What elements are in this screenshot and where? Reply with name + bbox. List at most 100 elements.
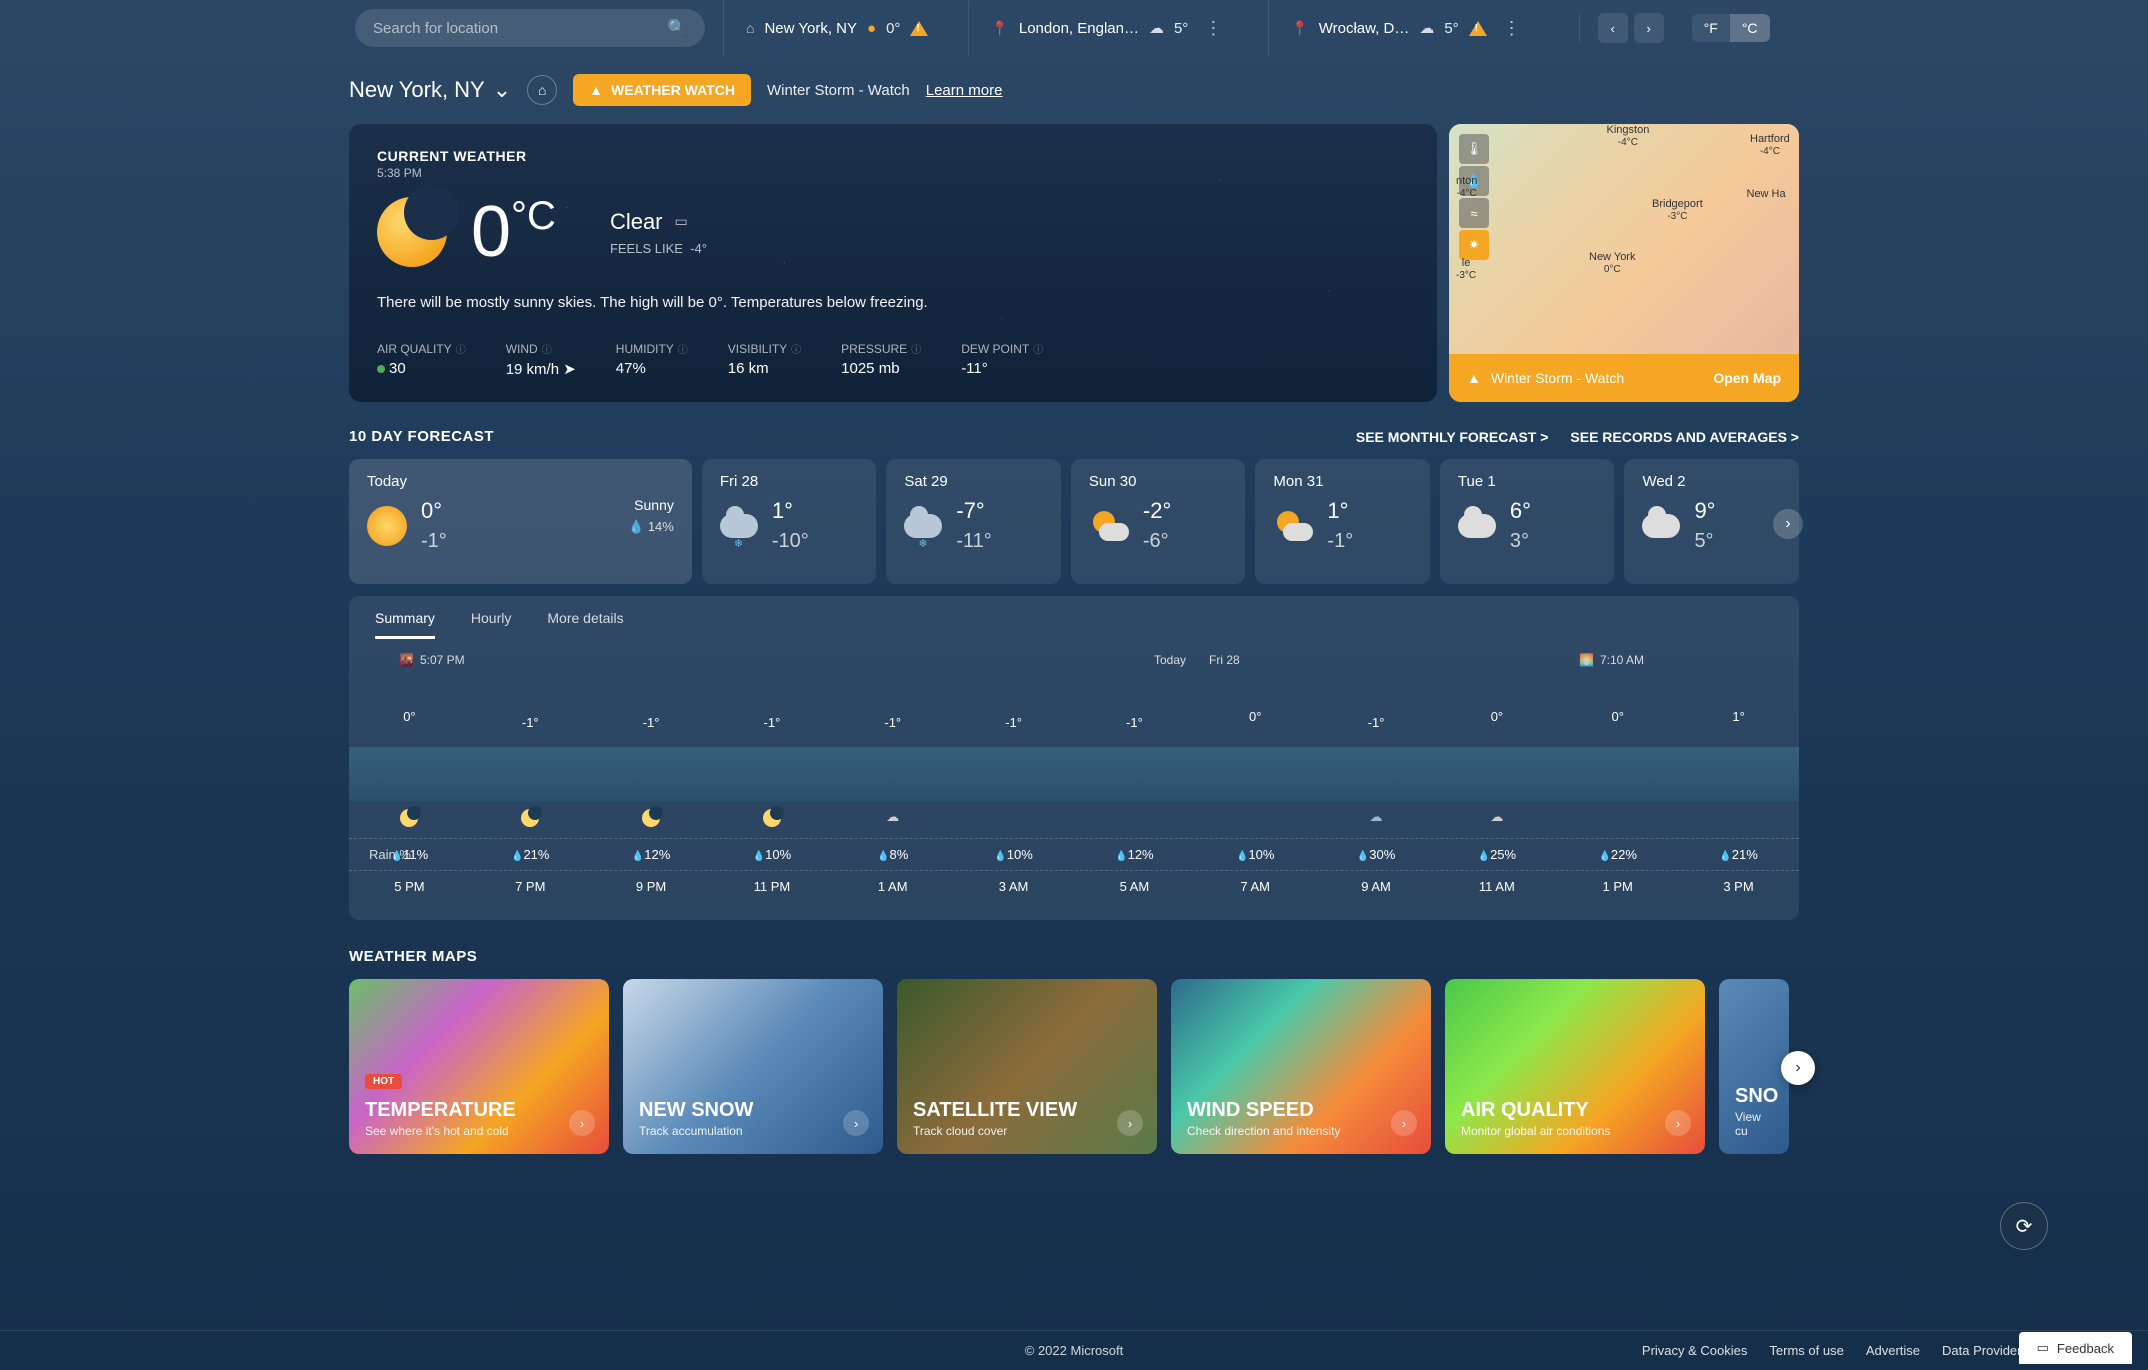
weather-map-tile[interactable]: SATELLITE VIEWTrack cloud cover› <box>897 979 1157 1154</box>
cloud-icon: ☁ <box>1490 809 1503 824</box>
location-tab-london[interactable]: 📍 London, Englan… ☁ 5° ⋮ <box>968 0 1250 56</box>
more-icon[interactable]: ⋮ <box>1198 18 1228 39</box>
sun-icon <box>367 506 407 546</box>
hourly-icon-cell <box>470 809 591 830</box>
search-icon[interactable]: 🔍 <box>667 18 687 38</box>
hourly-icon-cell <box>1557 809 1678 830</box>
hot-badge: HOT <box>365 1074 402 1089</box>
map-surface[interactable]: 🌡 💧 ≈ ✷ Kingston-4°CHartford-4°Cnton-4°C… <box>1449 124 1799 354</box>
map-city-label: New Ha <box>1747 188 1786 200</box>
map-city-label: Bridgeport-3°C <box>1652 198 1703 222</box>
sunset-marker: 🌇5:07 PM <box>399 653 465 667</box>
footer: © 2022 Microsoft Privacy & CookiesTerms … <box>0 1330 2148 1370</box>
warning-icon: ▲ <box>1467 370 1481 386</box>
learn-more-link[interactable]: Learn more <box>926 82 1003 99</box>
current-temp: 0°C <box>471 196 556 268</box>
current-time: 5:38 PM <box>377 166 1409 180</box>
footer-link[interactable]: Privacy & Cookies <box>1642 1343 1747 1358</box>
forecast-day-card[interactable]: Fri 281°-10° <box>702 459 877 584</box>
moon-icon <box>377 197 447 267</box>
map-city-label: nton-4°C <box>1456 175 1477 199</box>
hourly-time-cell: 9 PM <box>591 879 712 894</box>
prev-location-button[interactable]: ‹ <box>1598 13 1628 43</box>
day-low: -1° <box>1327 530 1353 553</box>
hourly-rain-cell: 💧30% <box>1316 847 1437 862</box>
location-tab-wroclaw[interactable]: 📍 Wrocław, D… ☁ 5° ⋮ <box>1268 0 1548 56</box>
unit-toggle[interactable]: °F °C <box>1692 14 1770 42</box>
search-box[interactable]: 🔍 <box>355 9 705 47</box>
weather-watch-badge[interactable]: ▲ WEATHER WATCH <box>573 74 751 106</box>
map-tool-severe[interactable]: ✷ <box>1459 230 1489 260</box>
hourly-rain-cell: 💧8% <box>832 847 953 862</box>
map-tool-wind[interactable]: ≈ <box>1459 198 1489 228</box>
weather-map-tile[interactable]: SNOView cu <box>1719 979 1789 1154</box>
feedback-button[interactable]: ▭ Feedback <box>2019 1332 2132 1364</box>
badge-label: WEATHER WATCH <box>611 82 735 98</box>
location-selector[interactable]: New York, NY ⌄ <box>349 77 511 103</box>
moon-cloud-icon <box>642 809 660 827</box>
maps-next-button[interactable]: › <box>1781 1051 1815 1085</box>
hourly-temp-point: -1° <box>884 715 901 730</box>
hourly-times-row: 5 PM7 PM9 PM11 PM1 AM3 AM5 AM7 AM9 AM11 … <box>349 871 1799 902</box>
feedback-icon: ▭ <box>2037 1340 2049 1356</box>
next-location-button[interactable]: › <box>1634 13 1664 43</box>
tab-summary[interactable]: Summary <box>375 610 435 639</box>
tile-subtitle: Track accumulation <box>639 1124 867 1138</box>
tile-subtitle: See where it's hot and cold <box>365 1124 593 1138</box>
day-low: -11° <box>956 530 991 553</box>
weather-map-tile[interactable]: AIR QUALITYMonitor global air conditions… <box>1445 979 1705 1154</box>
weather-map-tile[interactable]: WIND SPEEDCheck direction and intensity› <box>1171 979 1431 1154</box>
tile-title: TEMPERATURE <box>365 1099 593 1122</box>
chevron-down-icon: ⌄ <box>493 77 511 103</box>
monthly-forecast-link[interactable]: SEE MONTHLY FORECAST > <box>1356 429 1549 445</box>
more-icon[interactable]: ⋮ <box>1497 18 1527 39</box>
unit-fahrenheit[interactable]: °F <box>1692 14 1730 42</box>
records-link[interactable]: SEE RECORDS AND AVERAGES > <box>1570 429 1799 445</box>
weather-map-tile[interactable]: NEW SNOWTrack accumulation› <box>623 979 883 1154</box>
search-input[interactable] <box>373 20 667 37</box>
hourly-time-cell: 1 PM <box>1557 879 1678 894</box>
map-tool-temperature[interactable]: 🌡 <box>1459 134 1489 164</box>
forecast-day-card[interactable]: Today0°-1°Sunny💧 14% <box>349 459 692 584</box>
metric-wind: WIND 19 km/h ➤ <box>506 341 576 378</box>
day-rain: 💧 14% <box>628 519 674 535</box>
home-icon: ⌂ <box>746 20 754 36</box>
tile-title: SNO <box>1735 1085 1773 1108</box>
open-map-button[interactable]: Open Map <box>1713 370 1781 386</box>
hourly-temp-point: -1° <box>522 715 539 730</box>
hourly-icon-cell: ☁ <box>1436 809 1557 830</box>
hourly-time-cell: 5 PM <box>349 879 470 894</box>
hourly-icon-cell <box>953 809 1074 830</box>
unit-celsius[interactable]: °C <box>1730 14 1770 42</box>
forecast-day-card[interactable]: Tue 16°3° <box>1440 459 1615 584</box>
map-card[interactable]: 🌡 💧 ≈ ✷ Kingston-4°CHartford-4°Cnton-4°C… <box>1449 124 1799 402</box>
footer-link[interactable]: Advertise <box>1866 1343 1920 1358</box>
current-weather-card: CURRENT WEATHER 5:38 PM 0°C Clear ▭ FEEL… <box>349 124 1437 402</box>
tab-hourly[interactable]: Hourly <box>471 610 511 639</box>
tab-more-details[interactable]: More details <box>547 610 623 639</box>
hourly-icon-cell: ☁ <box>832 809 953 830</box>
day-high: 0° <box>421 498 447 524</box>
home-button[interactable]: ⌂ <box>527 75 557 105</box>
moon-cloud-icon <box>763 809 781 827</box>
sunrise-marker: 🌅7:10 AM <box>1579 653 1644 667</box>
weather-map-tile[interactable]: HOT TEMPERATURE See where it's hot and col… <box>349 979 609 1154</box>
hourly-temp-point: -1° <box>1005 715 1022 730</box>
forecast-day-card[interactable]: Sat 29-7°-11° <box>886 459 1061 584</box>
tile-title: NEW SNOW <box>639 1099 867 1122</box>
day-high: -7° <box>956 498 991 524</box>
refresh-button[interactable]: ⟳ <box>2000 1202 2048 1250</box>
forecast-next-button[interactable]: › <box>1773 509 1803 539</box>
forecast-title: 10 DAY FORECAST <box>349 428 494 445</box>
footer-link[interactable]: Data Providers <box>1942 1343 2028 1358</box>
location-name: Wrocław, D… <box>1319 20 1410 37</box>
footer-link[interactable]: Terms of use <box>1769 1343 1843 1358</box>
day-low: 5° <box>1694 530 1715 553</box>
location-nav: ‹ › <box>1579 13 1664 43</box>
forecast-day-card[interactable]: Sun 30-2°-6° <box>1071 459 1246 584</box>
map-city-label: le-3°C <box>1456 257 1476 281</box>
location-name: London, Englan… <box>1019 20 1139 37</box>
feedback-icon[interactable]: ▭ <box>675 213 688 230</box>
forecast-day-card[interactable]: Mon 311°-1° <box>1255 459 1430 584</box>
location-tab-newyork[interactable]: ⌂ New York, NY ● 0° <box>723 0 950 56</box>
